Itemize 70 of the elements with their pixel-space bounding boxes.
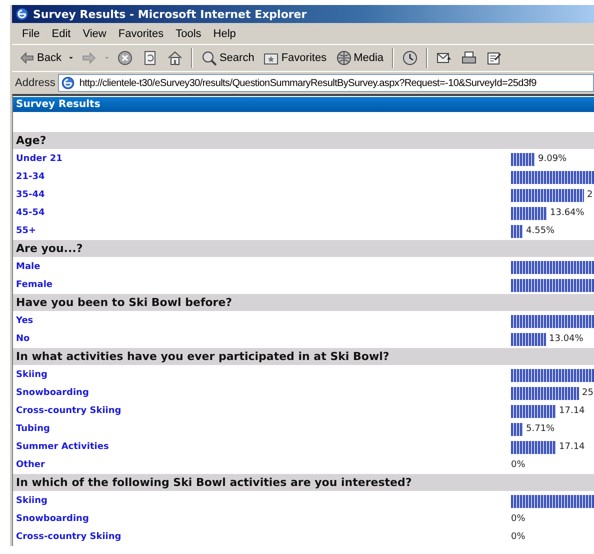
percentage: 13.04% (549, 334, 584, 344)
browser-logo-icon (15, 7, 29, 21)
percentage: 0% (511, 460, 526, 470)
result-bar (511, 440, 556, 454)
toolbar-button[interactable]: Favorites (260, 48, 330, 68)
answer-link[interactable]: Female (13, 280, 508, 290)
forward-arrow-icon (81, 50, 98, 66)
percentage: 25 (582, 388, 594, 398)
answer-link[interactable]: Tubing (13, 424, 508, 434)
result-bar (511, 206, 547, 220)
back-arrow-icon (19, 50, 35, 66)
result-bar (511, 404, 556, 418)
address-field[interactable]: http://clientele-t30/eSurvey30/results/QuestionSummaryResultBySurvey.aspx?Request=-10&SurveyId=25d3f9 (58, 74, 594, 92)
question-header: Have you been to Ski Bowl before? (13, 294, 594, 311)
answer-link[interactable]: Summer Activities (13, 442, 508, 452)
percentage: 9.09% (538, 154, 567, 164)
envelope-icon (436, 50, 452, 66)
result-bar (511, 152, 535, 166)
answer-link[interactable]: Other (13, 460, 508, 470)
notepad-icon (486, 50, 502, 66)
search-icon (201, 50, 218, 66)
address-label: Address (15, 77, 56, 89)
percentage: 13.64% (550, 208, 584, 218)
result-bar (511, 386, 579, 400)
percentage: 4.55% (526, 226, 555, 236)
page-icon (61, 76, 76, 90)
percentage: 2 (587, 190, 593, 200)
menu-item[interactable]: Help (207, 26, 242, 42)
answer-link[interactable]: Snowboarding (13, 514, 508, 524)
menu-item[interactable]: Favorites (112, 26, 170, 42)
answer-link[interactable]: Snowboarding (13, 388, 508, 398)
clock-icon (402, 50, 418, 66)
stop-icon (117, 50, 134, 66)
question-header: Age? (13, 132, 594, 149)
toolbar-button[interactable]: Media (332, 48, 387, 68)
answer-link[interactable]: Under 21 (13, 154, 508, 164)
menu-item[interactable]: Tools (170, 26, 208, 42)
printer-icon (460, 50, 477, 66)
answer-link[interactable]: Cross-country Skiing (13, 406, 508, 416)
refresh-icon (142, 50, 158, 66)
answer-link[interactable]: Male (13, 262, 508, 272)
menu-item[interactable]: View (76, 26, 112, 42)
result-bar (511, 332, 546, 346)
answer-link[interactable]: 21-34 (13, 172, 508, 182)
menu-item[interactable]: Edit (46, 26, 77, 42)
question-header: In what activities have you ever participated in at Ski Bowl? (13, 348, 594, 365)
answer-link[interactable]: 45-54 (13, 208, 508, 218)
answer-link[interactable]: Skiing (13, 370, 508, 380)
window-title: Survey Results - Microsoft Internet Explorer (33, 8, 307, 20)
answer-link[interactable]: 55+ (13, 226, 508, 236)
answer-link[interactable]: Cross-country Skiing (13, 532, 508, 542)
percentage: 17.14 (559, 442, 585, 452)
percentage: 5.71% (526, 424, 555, 434)
answer-link[interactable]: No (13, 334, 508, 344)
percentage: 0% (511, 514, 526, 524)
result-bar (511, 422, 523, 436)
percentage: 0% (511, 532, 526, 542)
percentage: 17.14 (559, 406, 585, 416)
menu-item[interactable]: File (16, 26, 46, 42)
toolbar-button[interactable]: Search (198, 48, 258, 68)
answer-link[interactable]: 35-44 (13, 190, 508, 200)
answer-link[interactable]: Yes (13, 316, 508, 326)
toolbar-button[interactable]: Back (16, 48, 64, 68)
page-header: Survey Results (13, 97, 594, 112)
globe-icon (336, 50, 352, 66)
question-header: In which of the following Ski Bowl activities are you interested? (13, 474, 594, 491)
home-icon (167, 50, 184, 66)
question-header: Are you...? (13, 240, 594, 257)
answer-link[interactable]: Skiing (13, 496, 508, 506)
result-bar (511, 224, 523, 238)
